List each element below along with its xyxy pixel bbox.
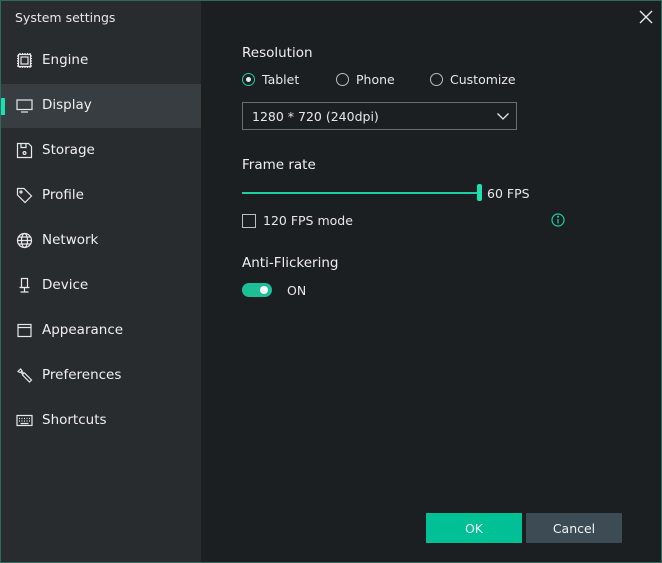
monitor-icon bbox=[16, 99, 33, 113]
sidebar-item-label: Network bbox=[42, 232, 99, 248]
chevron-down-icon bbox=[497, 113, 509, 120]
info-icon[interactable] bbox=[551, 213, 565, 227]
wrench-icon bbox=[16, 368, 33, 383]
checkbox-label: 120 FPS mode bbox=[263, 213, 353, 228]
sidebar-item-label: Storage bbox=[42, 142, 95, 158]
radio-phone[interactable]: Phone bbox=[336, 72, 395, 87]
keyboard-icon bbox=[16, 414, 33, 427]
close-icon[interactable] bbox=[638, 9, 654, 25]
sidebar-item-engine[interactable]: Engine bbox=[1, 39, 201, 83]
sidebar-item-display[interactable]: Display bbox=[1, 84, 201, 128]
sidebar-item-storage[interactable]: Storage bbox=[1, 129, 201, 173]
resolution-dropdown[interactable]: 1280 * 720 (240dpi) bbox=[242, 102, 517, 130]
cancel-button[interactable]: Cancel bbox=[526, 513, 622, 543]
radio-label: Customize bbox=[450, 72, 516, 87]
radio-circle bbox=[242, 73, 255, 86]
ok-button[interactable]: OK bbox=[426, 513, 522, 543]
settings-window: System settings Engine Display Storage P… bbox=[0, 0, 662, 563]
toggle-knob bbox=[260, 286, 268, 294]
globe-icon bbox=[16, 232, 33, 249]
sidebar-item-label: Preferences bbox=[42, 367, 122, 383]
slider-thumb[interactable] bbox=[477, 184, 482, 201]
window-title: System settings bbox=[15, 10, 116, 25]
frame-rate-slider[interactable] bbox=[242, 184, 482, 202]
window-icon bbox=[17, 323, 32, 338]
frame-rate-heading: Frame rate bbox=[242, 157, 316, 173]
slider-track bbox=[242, 192, 477, 194]
radio-label: Phone bbox=[356, 72, 395, 87]
floppy-disk-icon bbox=[16, 142, 33, 159]
sidebar-item-shortcuts[interactable]: Shortcuts bbox=[1, 399, 201, 443]
sidebar-item-label: Engine bbox=[42, 52, 89, 68]
resolution-heading: Resolution bbox=[242, 45, 313, 61]
cpu-chip-icon bbox=[17, 53, 32, 68]
sidebar-item-device[interactable]: Device bbox=[1, 264, 201, 308]
toggle-state-label: ON bbox=[287, 283, 307, 298]
anti-flickering-heading: Anti-Flickering bbox=[242, 255, 339, 271]
checkbox-box bbox=[242, 213, 256, 228]
sidebar-item-preferences[interactable]: Preferences bbox=[1, 354, 201, 398]
sidebar-item-label: Appearance bbox=[42, 322, 124, 338]
radio-label: Tablet bbox=[262, 72, 300, 87]
sidebar-item-label: Profile bbox=[42, 187, 84, 203]
radio-circle bbox=[336, 73, 349, 86]
sidebar-item-network[interactable]: Network bbox=[1, 219, 201, 263]
tag-icon bbox=[16, 187, 33, 204]
sidebar-item-label: Device bbox=[42, 277, 89, 293]
active-indicator bbox=[1, 98, 5, 115]
fps120-checkbox[interactable]: 120 FPS mode bbox=[242, 213, 353, 228]
sidebar-item-label: Shortcuts bbox=[42, 412, 107, 428]
sidebar-item-profile[interactable]: Profile bbox=[1, 174, 201, 218]
sidebar-item-label: Display bbox=[42, 97, 92, 113]
dropdown-value: 1280 * 720 (240dpi) bbox=[252, 109, 379, 124]
sidebar-item-appearance[interactable]: Appearance bbox=[1, 309, 201, 353]
display-settings-panel: Resolution Tablet Phone Customize 1280 *… bbox=[201, 1, 661, 562]
radio-customize[interactable]: Customize bbox=[430, 72, 516, 87]
sidebar: System settings Engine Display Storage P… bbox=[1, 1, 201, 562]
radio-tablet[interactable]: Tablet bbox=[242, 72, 299, 87]
device-stand-icon bbox=[19, 277, 30, 293]
frame-rate-value: 60 FPS bbox=[487, 186, 530, 201]
radio-circle bbox=[430, 73, 443, 86]
anti-flickering-toggle[interactable] bbox=[242, 283, 272, 297]
